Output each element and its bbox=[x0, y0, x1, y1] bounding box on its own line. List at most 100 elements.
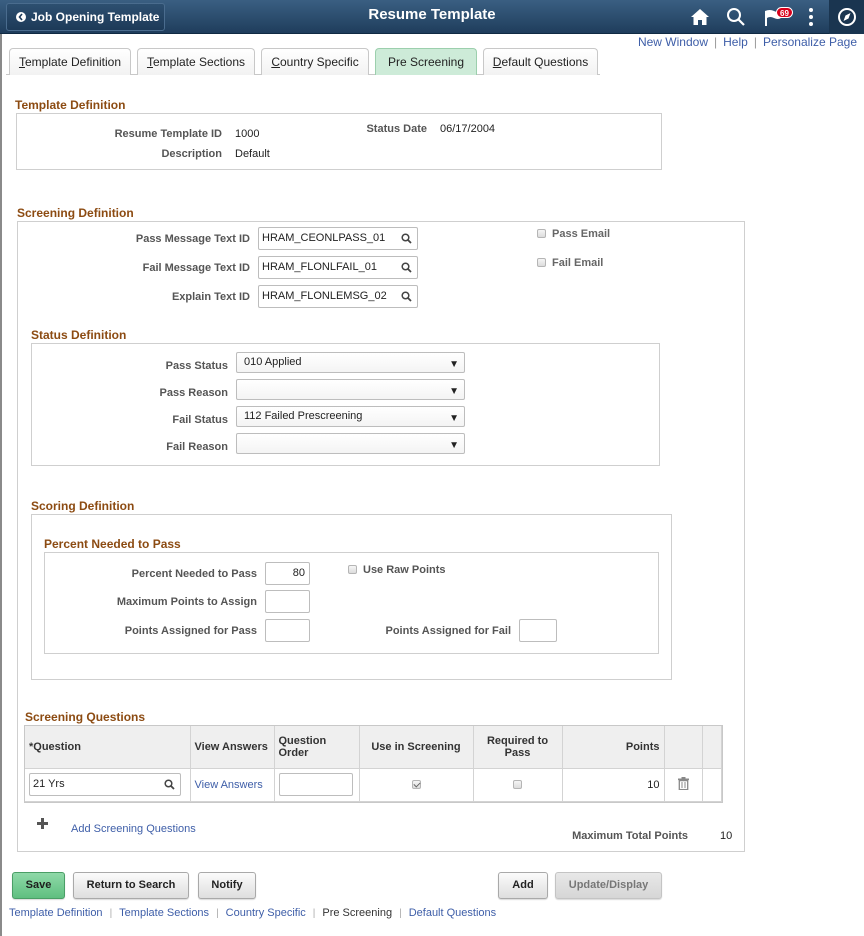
add-screening-questions-link[interactable]: Add Screening Questions bbox=[71, 823, 196, 835]
dropdown-arrow-icon: ▼ bbox=[449, 413, 459, 424]
points-fail-label: Points Assigned for Fail bbox=[385, 625, 512, 637]
personalize-page-link[interactable]: Personalize Page bbox=[763, 35, 857, 49]
template-definition-title: Template Definition bbox=[15, 98, 126, 112]
question-input[interactable]: 21 Yrs bbox=[29, 773, 181, 796]
tab-template-sections[interactable]: Template Sections bbox=[137, 48, 255, 75]
description-label: Description bbox=[161, 148, 222, 160]
explain-text-id-value: HRAM_FLONLEMSG_02 bbox=[262, 290, 387, 302]
notify-button[interactable]: Notify bbox=[198, 872, 256, 899]
bottom-page-links: Template Definition | Template Sections | Co… bbox=[9, 907, 496, 919]
points-pass-label: Points Assigned for Pass bbox=[124, 625, 257, 637]
update-display-button[interactable]: Update/Display bbox=[555, 872, 662, 899]
bottom-link-default-questions[interactable]: Default Questions bbox=[409, 907, 496, 919]
column-header-question[interactable]: *Question bbox=[25, 726, 191, 769]
description-value: Default bbox=[235, 148, 270, 160]
fail-reason-label: Fail Reason bbox=[166, 441, 228, 453]
maximum-points-input[interactable] bbox=[265, 590, 310, 613]
notification-count-badge: 69 bbox=[776, 7, 793, 18]
screening-questions-grid: *Question View Answers Question Order Us… bbox=[24, 725, 723, 803]
back-button[interactable]: Job Opening Template bbox=[6, 3, 165, 31]
maximum-points-label: Maximum Points to Assign bbox=[116, 596, 257, 608]
home-icon[interactable] bbox=[689, 6, 711, 28]
points-cell: 10 bbox=[562, 768, 665, 802]
use-in-screening-cell bbox=[359, 768, 474, 802]
column-header-delete bbox=[664, 726, 703, 769]
tab-accesskey: C bbox=[271, 55, 280, 69]
pass-status-select[interactable]: 010 Applied ▼ bbox=[236, 352, 465, 373]
fail-reason-select[interactable]: ▼ bbox=[236, 433, 465, 454]
required-to-pass-checkbox[interactable] bbox=[513, 779, 522, 789]
scoring-definition-title: Scoring Definition bbox=[31, 499, 135, 513]
fail-status-label: Fail Status bbox=[172, 414, 228, 426]
pass-status-label: Pass Status bbox=[165, 360, 228, 372]
spacer-cell bbox=[702, 768, 722, 802]
view-answers-link[interactable]: View Answers bbox=[195, 779, 263, 791]
pass-message-text-id-value: HRAM_CEONLPASS_01 bbox=[262, 232, 386, 244]
navbar-compass-icon[interactable] bbox=[836, 6, 858, 28]
use-raw-points-checkbox[interactable] bbox=[348, 565, 357, 574]
chevron-left-icon bbox=[16, 12, 26, 22]
question-value: 21 Yrs bbox=[33, 778, 65, 790]
trash-icon[interactable] bbox=[677, 776, 689, 790]
points-fail-input[interactable] bbox=[519, 619, 557, 642]
separator: | bbox=[399, 908, 402, 919]
lookup-icon[interactable] bbox=[401, 262, 412, 273]
fail-status-select[interactable]: 112 Failed Prescreening ▼ bbox=[236, 406, 465, 427]
pass-email-checkbox[interactable] bbox=[537, 229, 546, 238]
lookup-icon[interactable] bbox=[401, 233, 412, 244]
column-header-points[interactable]: Points bbox=[562, 726, 665, 769]
pass-message-text-id-label: Pass Message Text ID bbox=[135, 233, 250, 245]
grid-header-row: *Question View Answers Question Order Us… bbox=[25, 726, 722, 769]
fail-message-text-id-input[interactable]: HRAM_FLONLFAIL_01 bbox=[258, 256, 418, 279]
fail-email-label: Fail Email bbox=[552, 257, 604, 269]
bottom-link-country-specific[interactable]: Country Specific bbox=[226, 907, 306, 919]
back-button-label: Job Opening Template bbox=[31, 10, 160, 24]
new-window-link[interactable]: New Window bbox=[638, 35, 708, 49]
bottom-link-template-sections[interactable]: Template Sections bbox=[119, 907, 209, 919]
separator: | bbox=[312, 908, 316, 919]
pass-reason-select[interactable]: ▼ bbox=[236, 379, 465, 400]
help-link[interactable]: Help bbox=[723, 35, 748, 49]
fail-email-checkbox[interactable] bbox=[537, 258, 546, 267]
lookup-icon[interactable] bbox=[401, 291, 412, 302]
header-bar: Job Opening Template Resume Template 69 bbox=[0, 0, 864, 34]
screening-questions-title: Screening Questions bbox=[25, 710, 146, 724]
resume-template-id-value: 1000 bbox=[235, 128, 260, 140]
tab-label: emplate Definition bbox=[24, 55, 122, 69]
status-date-label: Status Date bbox=[366, 123, 427, 135]
tab-template-definition[interactable]: Template Definition bbox=[9, 48, 131, 75]
delete-cell bbox=[664, 768, 703, 802]
use-in-screening-checkbox[interactable] bbox=[411, 779, 421, 789]
dropdown-arrow-icon: ▼ bbox=[449, 440, 459, 451]
separator: | bbox=[216, 908, 219, 919]
use-raw-points-label: Use Raw Points bbox=[363, 564, 446, 576]
search-icon[interactable] bbox=[725, 6, 747, 28]
add-button[interactable]: Add bbox=[498, 872, 548, 899]
tab-default-questions[interactable]: Default Questions bbox=[483, 48, 598, 75]
points-pass-input[interactable] bbox=[265, 619, 310, 642]
status-definition-title: Status Definition bbox=[31, 328, 127, 342]
save-button[interactable]: Save bbox=[12, 872, 65, 899]
resume-template-id-label: Resume Template ID bbox=[114, 128, 222, 140]
lookup-icon[interactable] bbox=[164, 779, 175, 790]
column-header-use-in-screening[interactable]: Use in Screening bbox=[359, 726, 474, 769]
dropdown-arrow-icon: ▼ bbox=[449, 359, 459, 370]
question-order-input[interactable] bbox=[278, 773, 353, 796]
tab-label: ountry Specific bbox=[279, 55, 359, 69]
return-to-search-button[interactable]: Return to Search bbox=[73, 872, 189, 899]
explain-text-id-input[interactable]: HRAM_FLONLEMSG_02 bbox=[258, 285, 418, 308]
bottom-link-template-definition[interactable]: Template Definition bbox=[9, 907, 103, 919]
pass-message-text-id-input[interactable]: HRAM_CEONLPASS_01 bbox=[258, 227, 418, 250]
percent-needed-input[interactable]: 80 bbox=[265, 562, 310, 585]
tab-pre-screening[interactable]: Pre Screening bbox=[375, 48, 477, 75]
column-header-required-to-pass[interactable]: Required to Pass bbox=[473, 726, 563, 769]
view-answers-cell: View Answers bbox=[190, 768, 275, 802]
more-options-icon[interactable] bbox=[800, 6, 822, 28]
separator: | bbox=[714, 35, 718, 49]
column-header-question-order[interactable]: Question Order bbox=[274, 726, 360, 769]
percent-needed-subtitle: Percent Needed to Pass bbox=[44, 537, 181, 551]
add-row-plus-icon[interactable] bbox=[37, 818, 48, 829]
column-header-view-answers[interactable]: View Answers bbox=[190, 726, 275, 769]
tab-country-specific[interactable]: Country Specific bbox=[261, 48, 369, 75]
question-order-cell bbox=[274, 768, 360, 802]
